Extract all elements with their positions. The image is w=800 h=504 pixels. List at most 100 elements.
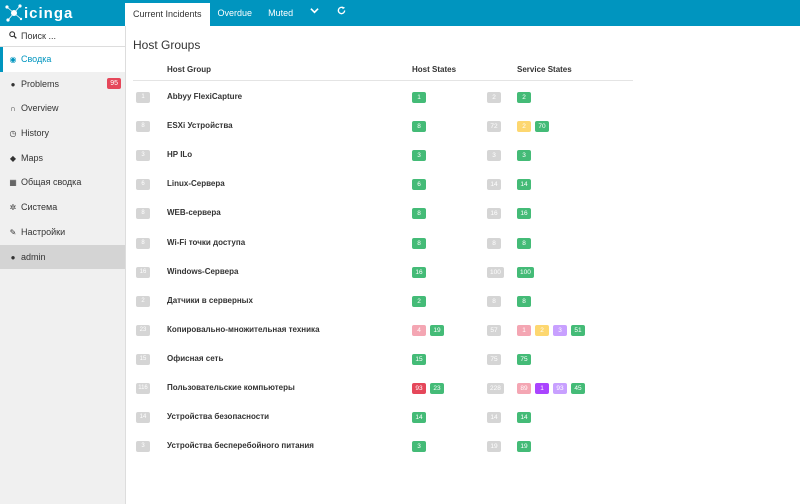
host-group-name[interactable]: Linux-Сервера [167,179,225,188]
host-count-badge: 116 [136,383,150,394]
sidebar: Поиск ... ◉ Сводка ● Problems 95 ∩ Overview… [0,26,126,504]
service-state-badge[interactable]: 89 [517,383,531,394]
service-total-cell: 2 [487,92,501,103]
main-content: Host Groups Host Group Host States Servi… [126,26,800,504]
sidebar-item-history[interactable]: ◷ History [0,121,125,146]
service-state-badge[interactable]: 3 [553,324,567,336]
service-state-badge[interactable]: 14 [517,412,531,424]
host-states-cell: 16 [412,266,426,278]
host-group-name[interactable]: Устройства бесперебойного питания [167,441,314,450]
host-state-badge[interactable]: 15 [412,353,426,365]
service-state-badge[interactable]: 51 [571,324,585,336]
service-state-badge[interactable]: 2 [517,121,531,133]
table-row[interactable]: 3 HP ILo 3 3 3 [133,142,633,171]
service-state-badge[interactable]: 19 [517,441,531,453]
service-total-cell: 100 [487,266,504,278]
service-state-badge[interactable]: 2 [535,324,549,336]
host-state-badge[interactable]: 2 [412,295,426,307]
host-state-badge[interactable]: 6 [412,179,426,191]
service-total-badge: 228 [487,383,504,394]
brand-name: icinga [24,5,74,22]
refresh-icon[interactable] [328,0,355,26]
service-states-cell: 8 [517,295,531,307]
column-header-service-states: Service States [517,65,572,74]
host-state-badge[interactable]: 8 [412,237,426,249]
host-state-badge[interactable]: 3 [412,441,426,453]
table-row[interactable]: 1 Abbyy FlexiCapture 1 2 2 [133,84,633,113]
table-row[interactable]: 16 Windows-Сервера 16 100 100 [133,259,633,288]
map-marker-icon: ◆ [9,153,17,163]
host-state-badge[interactable]: 23 [430,383,444,394]
service-state-badge[interactable]: 3 [517,150,531,162]
service-state-badge[interactable]: 93 [553,383,567,394]
table-row[interactable]: 2 Датчики в серверных 2 8 8 [133,288,633,317]
wrench-icon: ✎ [9,227,17,237]
host-state-badge[interactable]: 8 [412,121,426,133]
table-row[interactable]: 8 Wi-Fi точки доступа 8 8 8 [133,230,633,259]
tab-muted[interactable]: Muted [260,0,301,26]
search-placeholder: Поиск ... [21,31,56,41]
table-row[interactable]: 3 Устройства бесперебойного питания 3 19 19 [133,433,633,462]
table-row[interactable]: 14 Устройства безопасности 14 14 14 [133,404,633,433]
sidebar-item-problems[interactable]: ● Problems 95 [0,72,125,97]
chevron-down-icon[interactable] [301,0,328,26]
host-group-name[interactable]: HP ILo [167,150,192,159]
host-group-name[interactable]: Wi-Fi точки доступа [167,238,245,247]
host-group-name[interactable]: WEB-сервера [167,208,221,217]
table-row[interactable]: 15 Офисная сеть 15 75 75 [133,346,633,375]
service-states-cell: 89 1 93 45 [517,383,585,394]
host-state-badge[interactable]: 4 [412,324,426,336]
sidebar-item-label: Система [21,202,58,213]
icinga-logo[interactable]: icinga [0,0,125,26]
sidebar-item-dashboard[interactable]: ◉ Сводка [0,47,125,72]
service-state-badge[interactable]: 75 [517,353,531,365]
host-group-name[interactable]: Офисная сеть [167,354,223,363]
table-row[interactable]: 8 WEB-сервера 8 16 16 [133,200,633,229]
sidebar-item-overview[interactable]: ∩ Overview [0,96,125,121]
search-input[interactable]: Поиск ... [0,26,125,47]
table-row[interactable]: 8 ESXi Устройства 8 72 2 70 [133,113,633,142]
service-state-badge[interactable]: 100 [517,266,534,278]
service-total-cell: 75 [487,353,501,365]
sidebar-item-system[interactable]: ✲ Система [0,195,125,220]
service-state-badge[interactable]: 14 [517,179,531,191]
host-states-cell: 4 19 [412,324,444,336]
service-state-badge[interactable]: 1 [517,324,531,336]
host-state-badge[interactable]: 1 [412,92,426,103]
service-state-badge[interactable]: 2 [517,92,531,103]
column-header-host-states: Host States [412,65,457,74]
host-state-badge[interactable]: 14 [412,412,426,424]
service-states-cell: 3 [517,150,531,162]
sidebar-item-admin[interactable]: ● admin [0,244,125,270]
service-state-badge[interactable]: 8 [517,237,531,249]
host-state-badge[interactable]: 93 [412,383,426,394]
service-state-badge[interactable]: 45 [571,383,585,394]
table-row[interactable]: 6 Linux-Сервера 6 14 14 [133,171,633,200]
host-state-badge[interactable]: 3 [412,150,426,162]
table-row[interactable]: 116 Пользовательские компьютеры 93 23 228 89 1… [133,375,633,404]
host-group-name[interactable]: Windows-Сервера [167,267,238,276]
service-total-badge: 2 [487,92,501,103]
host-group-name[interactable]: Датчики в серверных [167,296,253,305]
host-state-badge[interactable]: 16 [412,266,426,278]
tab-current-incidents[interactable]: Current Incidents [125,3,210,26]
sidebar-item-general-overview[interactable]: ▦ Общая сводка [0,170,125,195]
host-state-badge[interactable]: 19 [430,324,444,336]
sidebar-item-settings[interactable]: ✎ Настройки [0,220,125,245]
host-states-cell: 2 [412,295,426,307]
host-group-name[interactable]: Копировально-множительная техника [167,325,320,334]
host-state-badge[interactable]: 8 [412,208,426,220]
service-state-badge[interactable]: 8 [517,295,531,307]
tab-overdue[interactable]: Overdue [210,0,261,26]
host-group-name[interactable]: ESXi Устройства [167,121,233,130]
service-total-cell: 72 [487,121,501,133]
host-group-name[interactable]: Пользовательские компьютеры [167,383,295,392]
service-state-badge[interactable]: 70 [535,121,549,133]
table-row[interactable]: 23 Копировально-множительная техника 4 19 57… [133,317,633,346]
service-state-badge[interactable]: 1 [535,383,549,394]
host-group-name[interactable]: Abbyy FlexiCapture [167,92,242,101]
grid-icon: ▦ [9,178,17,188]
host-group-name[interactable]: Устройства безопасности [167,412,269,421]
service-state-badge[interactable]: 16 [517,208,531,220]
sidebar-item-maps[interactable]: ◆ Maps [0,146,125,171]
